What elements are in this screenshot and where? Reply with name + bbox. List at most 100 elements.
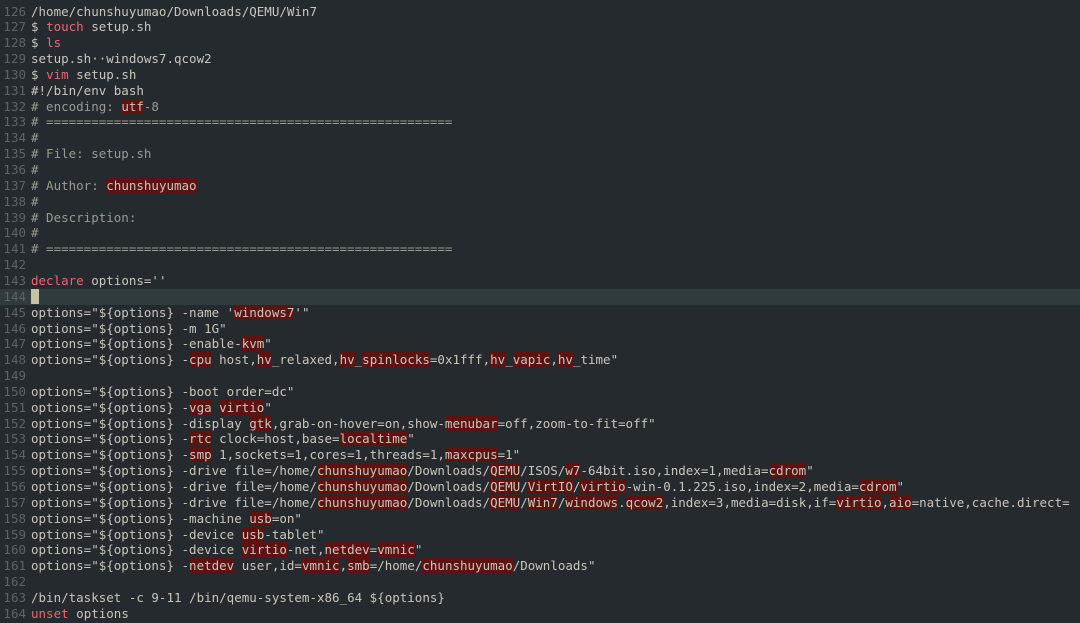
line-text: options="${options} -smp 1,sockets=1,cor… [31, 447, 520, 463]
spell-error-token: netdev [189, 558, 235, 574]
editor-line[interactable]: 157 options="${options} -drive file=/home… [0, 494, 1080, 511]
text-token: /bin/taskset -c 9-11 /bin/qemu-system-x8… [31, 589, 445, 605]
editor-line[interactable]: 151 options="${options} -vga virtio" [0, 399, 1080, 416]
keyword-token: touch [46, 19, 84, 35]
text-token: options="${options} -m 1G" [31, 320, 227, 336]
line-text: /home/chunshuyumao/Downloads/QEMU/Win7 [31, 4, 317, 20]
editor-line[interactable]: 162 [0, 574, 1080, 590]
spell-error-token: w7 [565, 463, 581, 479]
editor-line[interactable]: 137 # Author: chunshuyumao [0, 177, 1080, 194]
text-token: " [414, 542, 423, 558]
spell-error-token: rtc [189, 431, 212, 447]
spell-error-token: aio [889, 494, 912, 510]
spell-error-token: QEMU [490, 463, 521, 479]
text-token: setup.sh [83, 19, 152, 35]
editor-line[interactable]: 128 $ ls [0, 35, 1080, 51]
line-number: 139 [3, 209, 26, 225]
text-token: $ [31, 35, 47, 51]
text-token: options="${options} - [31, 447, 190, 463]
editor-line[interactable]: 136 # [0, 162, 1080, 178]
spell-error-token: spinlocks [362, 352, 430, 368]
editor-line[interactable]: 131 #!/bin/env bash [0, 83, 1080, 99]
editor-line[interactable]: 163/bin/taskset -c 9-11 /bin/qemu-system… [0, 590, 1080, 606]
spell-error-token: virtio [219, 399, 265, 415]
keyword-token: ls [46, 35, 62, 51]
spell-error-token: chunshuyumao [106, 177, 197, 193]
spell-error-token: gtk [249, 415, 272, 431]
editor-line[interactable]: 130 $ vim setup.sh [0, 67, 1080, 83]
editor-line[interactable]: 144 [0, 288, 1080, 305]
line-number: 138 [3, 193, 26, 209]
editor-line[interactable]: 147 options="${options} -enable-kvm" [0, 336, 1080, 352]
spell-error-token: hv [557, 352, 573, 368]
editor-line[interactable]: 154 options="${options} -smp 1,sockets=1,… [0, 447, 1080, 463]
line-text: options="${options} -netdev user,id=vmni… [31, 558, 595, 574]
comment-token: # [31, 225, 39, 241]
text-token: clock=host,base= [211, 431, 340, 447]
line-number: 147 [3, 336, 26, 352]
line-number: 141 [3, 241, 26, 257]
spell-error-token: localtime [339, 431, 408, 447]
editor-line[interactable]: 134 # [0, 130, 1080, 146]
text-token: options="${options} -drive file=/home/ [31, 479, 317, 494]
editor-line[interactable]: 159 options="${options} -device usb-table… [0, 526, 1080, 543]
line-text: options="${options} -cpu host,hv_relaxed… [31, 352, 618, 368]
line-number: 135 [3, 146, 26, 162]
comment-token: # File: setup.sh [31, 146, 152, 162]
editor-line[interactable]: 143 declare options='' [0, 273, 1080, 289]
editor-line[interactable]: 133 # ===================================… [0, 114, 1080, 130]
editor-line[interactable]: 164 unset options [0, 606, 1080, 622]
editor-line[interactable]: 148 options="${options} -cpu host,hv_rela… [0, 352, 1080, 368]
editor-line[interactable]: 146 options="${options} -m 1G" [0, 321, 1080, 337]
text-token: =off,zoom-to-fit=off" [497, 415, 656, 431]
editor-line[interactable]: 150 options="${options} -boot order=dc" [0, 384, 1080, 400]
spell-error-token: virtio [836, 494, 882, 510]
line-number: 156 [3, 479, 26, 494]
keyword-token: vim [46, 66, 69, 82]
editor-line[interactable]: 138 # [0, 194, 1080, 210]
editor-line[interactable]: 149 [0, 368, 1080, 384]
text-token: , [550, 352, 558, 368]
editor-line[interactable]: 161 options="${options} -netdev user,id=v… [0, 558, 1080, 574]
editor-line[interactable]: 129 setup.sh··windows7.qcow2 [0, 51, 1080, 67]
line-text: # Description: [31, 210, 136, 226]
line-text: declare options='' [31, 273, 166, 289]
line-text: options="${options} -enable-kvm" [31, 336, 272, 352]
editor-line[interactable]: 135 # File: setup.sh [0, 146, 1080, 162]
text-token: " [806, 463, 814, 479]
editor-line[interactable]: 152 options="${options} -display gtk,grab… [0, 415, 1080, 432]
line-text: options="${options} -drive file=/home/ch… [31, 463, 814, 479]
text-token: setup.sh··windows7.qcow2 [31, 51, 212, 67]
editor-line[interactable]: 160 options="${options} -device virtio-ne… [0, 542, 1080, 558]
line-number: 142 [3, 257, 26, 273]
spell-error-token: QEMU [490, 479, 521, 494]
editor-line[interactable]: 139 # Description: [0, 210, 1080, 226]
editor-line[interactable]: 141 # ===================================… [0, 241, 1080, 257]
comment-token: # ======================================… [31, 241, 453, 257]
vim-editor[interactable]: 126/home/chunshuyumao/Downloads/QEMU/Win… [0, 0, 1080, 623]
editor-line[interactable]: 155 options="${options} -drive file=/home… [0, 463, 1080, 479]
text-token: , [339, 558, 348, 574]
editor-line[interactable]: 126/home/chunshuyumao/Downloads/QEMU/Win… [0, 4, 1080, 20]
editor-line[interactable]: 132 # encoding: utf-8 [0, 98, 1080, 115]
line-text: #!/bin/env bash [31, 83, 144, 99]
comment-token: # encoding: [31, 98, 122, 114]
editor-line[interactable]: 153 options="${options} -rtc clock=host,b… [0, 431, 1080, 447]
editor-line[interactable]: 156 options="${options} -drive file=/home… [0, 479, 1080, 495]
line-text: options="${options} -device usb-tablet" [31, 526, 325, 543]
editor-line[interactable]: 140 # [0, 225, 1080, 241]
editor-line[interactable]: 145 options="${options} -name 'windows7'" [0, 304, 1080, 321]
line-text: $ touch setup.sh [31, 19, 151, 35]
line-text: options="${options} -rtc clock=host,base… [31, 431, 415, 447]
line-text [31, 288, 39, 305]
line-number: 152 [3, 415, 26, 431]
text-token: options="${options} -drive file=/home/ [31, 494, 317, 510]
text-token: " [264, 399, 272, 415]
spell-error-token: QEMU [490, 494, 521, 510]
spell-error-token: kvm [241, 336, 265, 352]
spell-error-token: vapic [512, 352, 551, 368]
text-token: =on" [271, 510, 302, 526]
editor-line[interactable]: 158 options="${options} -machine usb=on" [0, 510, 1080, 527]
editor-line[interactable]: 142 [0, 257, 1080, 273]
editor-line[interactable]: 127 $ touch setup.sh [0, 19, 1080, 35]
